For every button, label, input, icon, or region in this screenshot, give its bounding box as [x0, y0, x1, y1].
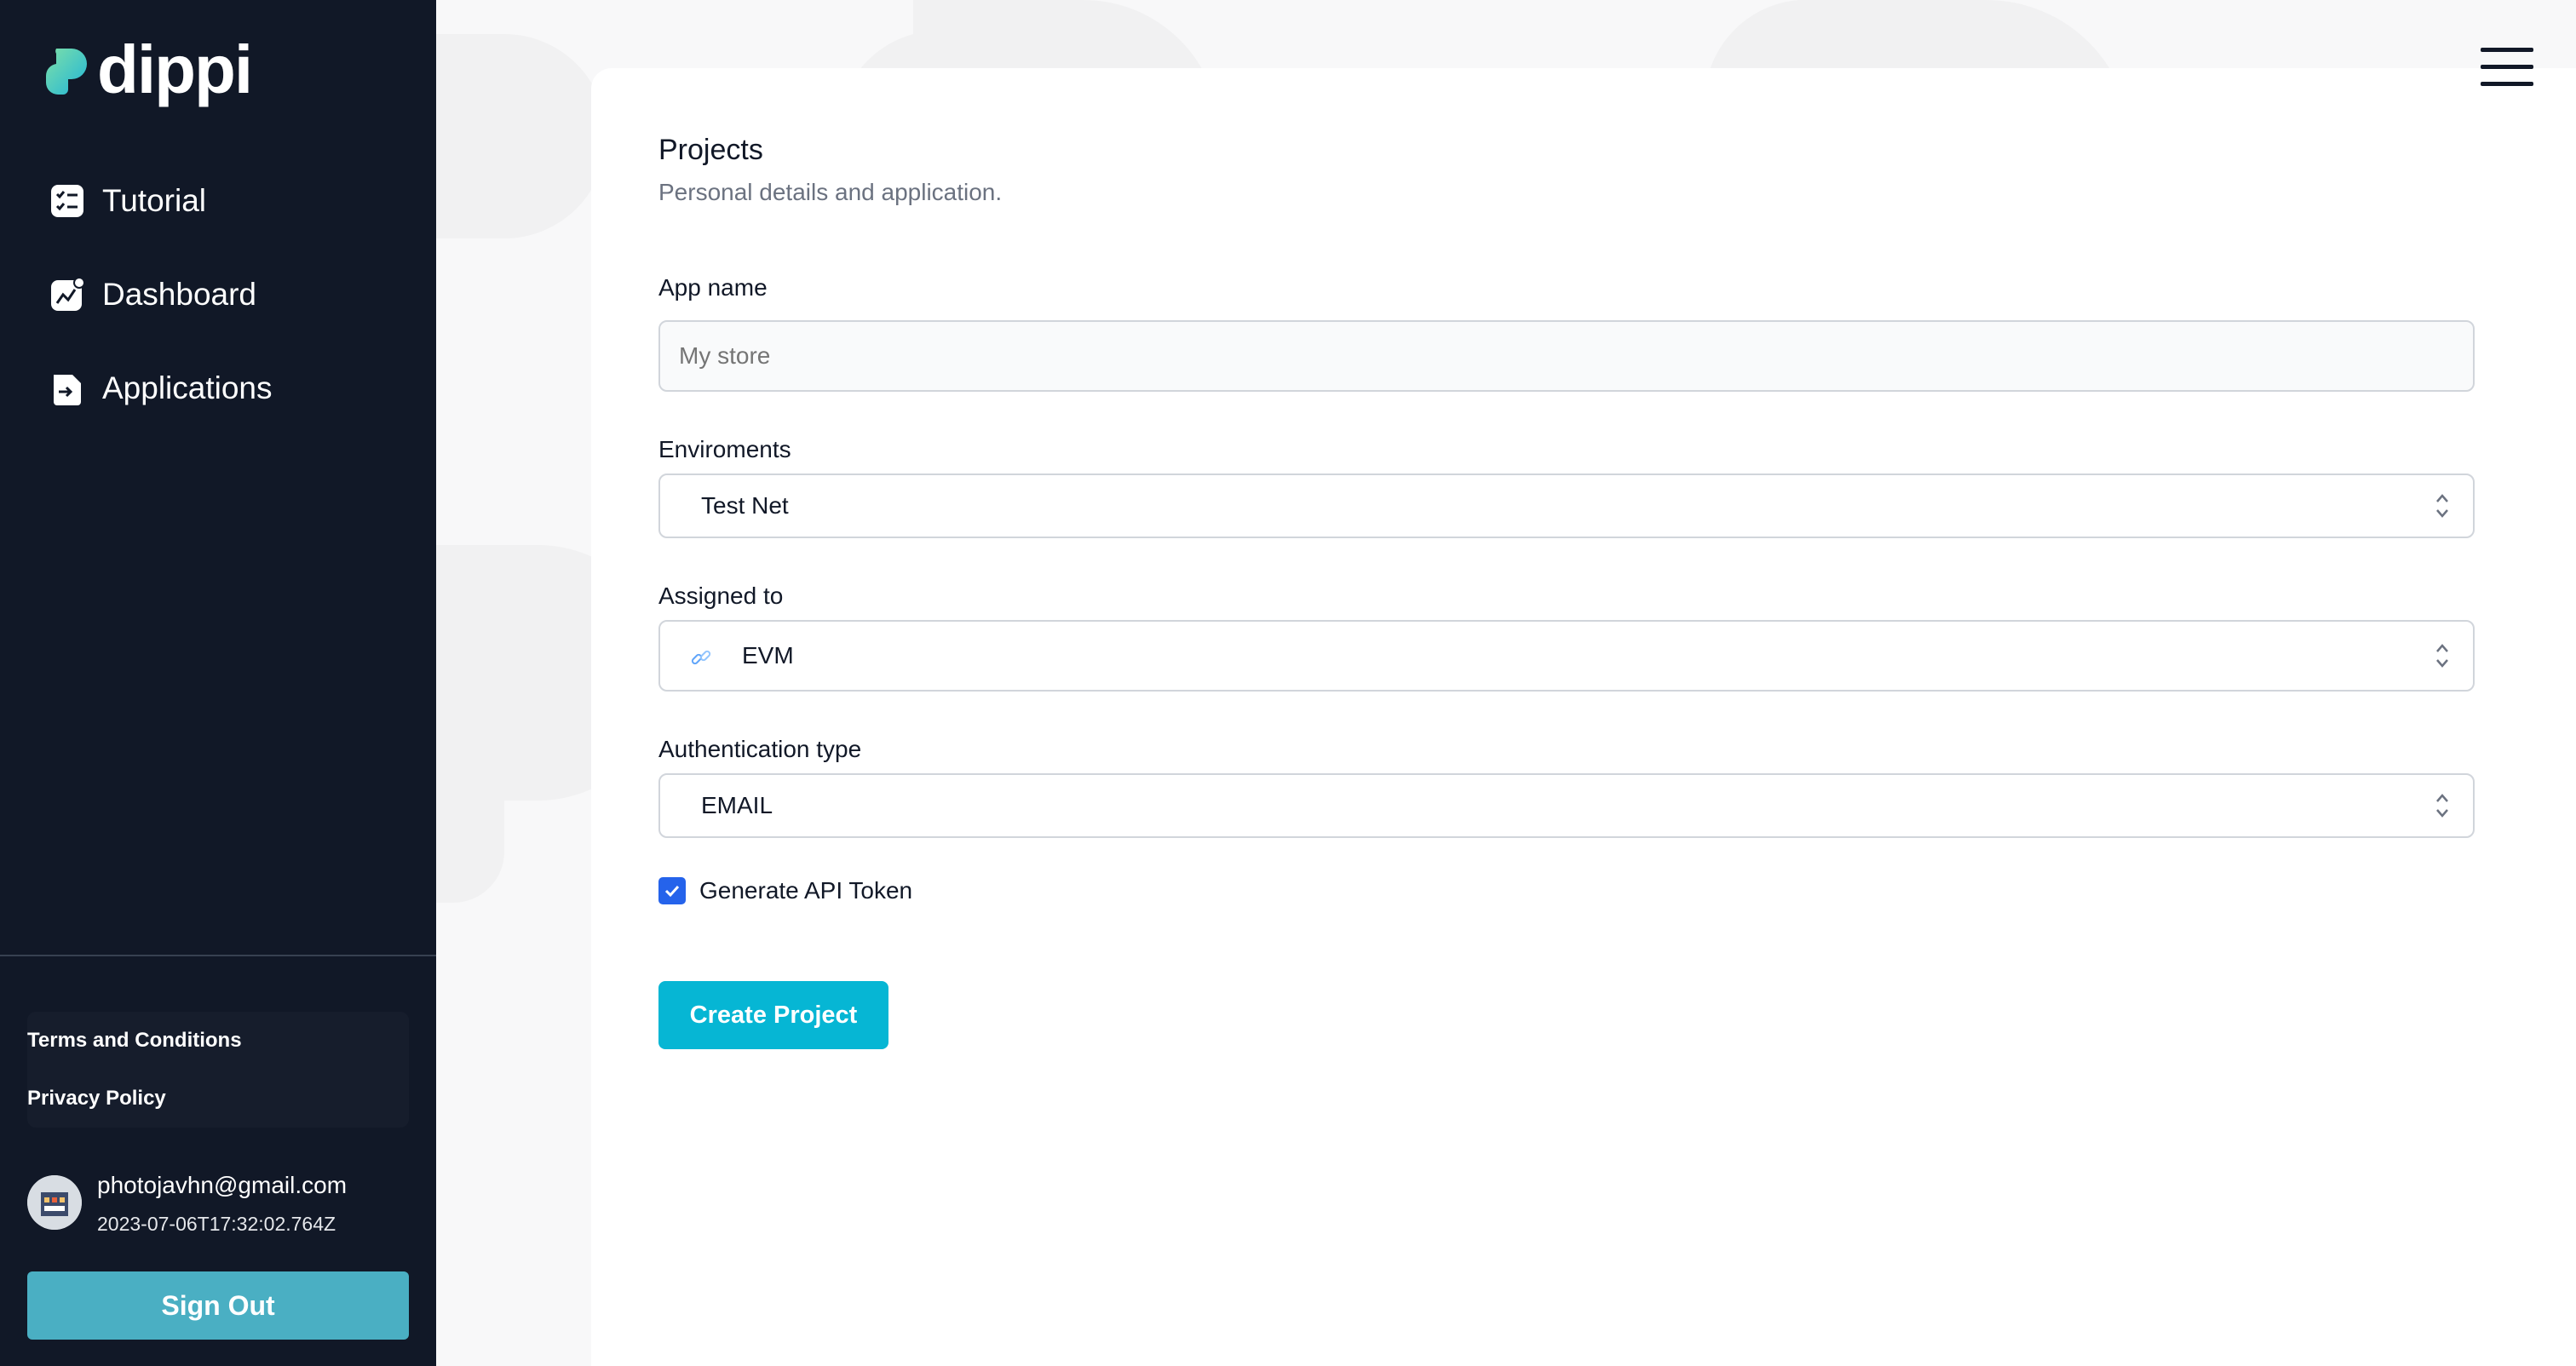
environments-select[interactable]: Test Net — [658, 474, 2475, 538]
content-card — [591, 68, 2576, 1366]
chevron-up-down-icon — [2436, 644, 2448, 668]
brand-name: dippi — [97, 32, 253, 107]
user-profile: photojavhn@gmail.com 2023-07-06T17:32:02… — [27, 1168, 347, 1236]
app-name-input[interactable] — [658, 320, 2475, 392]
user-email: photojavhn@gmail.com — [97, 1172, 348, 1198]
sidebar-item-label: Dashboard — [102, 277, 257, 312]
project-form: Projects Personal details and applicatio… — [658, 129, 2475, 1049]
user-timestamp: 2023-07-06T17:32:02.764Z — [97, 1213, 336, 1235]
auth-type-select[interactable]: EMAIL — [658, 773, 2475, 838]
create-project-button[interactable]: Create Project — [658, 981, 888, 1049]
chart-icon — [49, 277, 85, 313]
sidebar: dippi Tutorial Dashboard Applications Te… — [0, 0, 436, 1366]
sidebar-item-dashboard[interactable]: Dashboard — [49, 264, 273, 325]
hamburger-icon[interactable] — [2481, 48, 2533, 87]
generate-api-token-checkbox[interactable]: Generate API Token — [658, 877, 912, 904]
brand-logo[interactable]: dippi — [39, 32, 253, 107]
assigned-to-select[interactable]: EVM — [658, 620, 2475, 692]
checklist-icon — [49, 183, 85, 219]
privacy-link[interactable]: Privacy Policy — [27, 1070, 409, 1128]
sidebar-divider — [0, 955, 436, 956]
chain-link-icon — [691, 650, 711, 665]
legal-links: Terms and Conditions Privacy Policy — [27, 1012, 409, 1128]
sidebar-item-applications[interactable]: Applications — [49, 358, 273, 419]
dippi-logo-icon — [45, 49, 87, 95]
avatar[interactable] — [27, 1175, 82, 1230]
page-title: Projects — [658, 134, 763, 166]
auth-type-value: EMAIL — [701, 792, 773, 818]
generate-api-token-label: Generate API Token — [699, 877, 913, 904]
terms-link[interactable]: Terms and Conditions — [27, 1012, 409, 1070]
chevron-up-down-icon — [2436, 494, 2448, 518]
assigned-to-label: Assigned to — [658, 583, 784, 609]
environments-value: Test Net — [701, 492, 789, 519]
page-subtitle: Personal details and application. — [658, 179, 1003, 205]
chevron-up-down-icon — [2436, 794, 2448, 818]
app-name-label: App name — [658, 274, 768, 301]
sidebar-item-label: Tutorial — [102, 183, 207, 218]
file-arrow-icon — [49, 370, 85, 406]
assigned-to-value: EVM — [742, 642, 794, 669]
environments-label: Enviroments — [658, 436, 791, 462]
sidebar-nav: Tutorial Dashboard Applications — [49, 170, 273, 451]
checkbox-checked-icon[interactable] — [658, 877, 686, 904]
auth-type-label: Authentication type — [658, 736, 862, 762]
user-info: photojavhn@gmail.com 2023-07-06T17:32:02… — [97, 1168, 347, 1236]
sidebar-item-tutorial[interactable]: Tutorial — [49, 170, 273, 232]
sign-out-button[interactable]: Sign Out — [27, 1271, 409, 1340]
sidebar-item-label: Applications — [102, 370, 273, 405]
